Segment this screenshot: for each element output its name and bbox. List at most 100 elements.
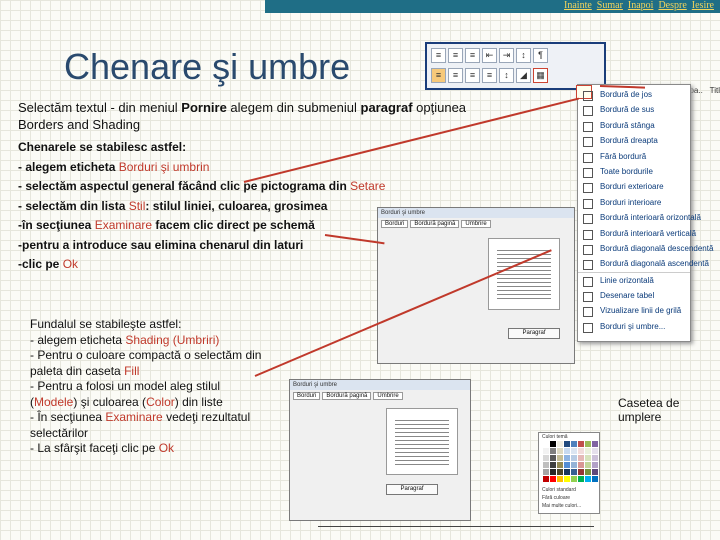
numbering-icon[interactable]: ≡ <box>448 48 463 63</box>
menu-item[interactable]: Fără bordură <box>578 149 690 164</box>
color-swatch[interactable] <box>557 455 563 461</box>
menu-item[interactable]: Bordură de sus <box>578 102 690 117</box>
color-swatch[interactable] <box>557 476 563 482</box>
color-swatch[interactable] <box>592 441 598 447</box>
color-swatch[interactable] <box>585 476 591 482</box>
color-swatch[interactable] <box>578 469 584 475</box>
color-swatch[interactable] <box>543 476 549 482</box>
color-swatch[interactable] <box>543 455 549 461</box>
menu-item[interactable]: Bordură de jos <box>578 87 690 102</box>
tab-borders[interactable]: Borduri <box>293 392 321 400</box>
palette-more-colors[interactable]: Mai multe culori... <box>542 503 581 509</box>
color-swatch[interactable] <box>578 441 584 447</box>
pilcrow-icon[interactable]: ¶ <box>533 48 548 63</box>
line-spacing-icon[interactable]: ↕ <box>499 68 514 83</box>
color-swatch[interactable] <box>585 462 591 468</box>
color-swatch[interactable] <box>550 462 556 468</box>
menu-item[interactable]: Bordură interioară orizontală <box>578 210 701 225</box>
color-swatch[interactable] <box>571 469 577 475</box>
decrease-indent-icon[interactable]: ⇤ <box>482 48 497 63</box>
color-swatch[interactable] <box>578 462 584 468</box>
color-swatch[interactable] <box>557 441 563 447</box>
color-swatch[interactable] <box>571 441 577 447</box>
color-swatch[interactable] <box>578 455 584 461</box>
align-center-icon[interactable]: ≡ <box>448 68 463 83</box>
apply-to-select[interactable]: Paragraf <box>508 328 560 339</box>
color-swatch[interactable] <box>543 441 549 447</box>
color-swatch[interactable] <box>543 448 549 454</box>
color-swatch[interactable] <box>564 462 570 468</box>
color-swatch[interactable] <box>571 448 577 454</box>
shading-bucket-icon[interactable]: ◢ <box>516 68 531 83</box>
nav-inainte-link[interactable]: Inainte <box>564 0 592 11</box>
menu-item[interactable]: Bordură diagonală ascendentă <box>578 256 709 271</box>
shading-line: - alegem eticheta Shading (Umbriri) <box>30 333 305 349</box>
nav-despre-link[interactable]: Despre <box>658 0 686 11</box>
color-swatch[interactable] <box>571 476 577 482</box>
align-right-icon[interactable]: ≡ <box>465 68 480 83</box>
color-swatch[interactable] <box>592 476 598 482</box>
color-swatch[interactable] <box>592 469 598 475</box>
menu-item[interactable]: Vizualizare linii de grilă <box>578 303 690 318</box>
color-swatch[interactable] <box>571 462 577 468</box>
color-swatch[interactable] <box>592 455 598 461</box>
menu-item[interactable]: Bordură diagonală descendentă <box>578 241 713 256</box>
color-swatch[interactable] <box>550 441 556 447</box>
color-swatch[interactable] <box>557 462 563 468</box>
menu-item[interactable]: Desenare tabel <box>578 288 690 303</box>
color-swatch[interactable] <box>550 455 556 461</box>
color-swatch[interactable] <box>571 455 577 461</box>
tab-shading[interactable]: Umbrire <box>461 220 491 228</box>
color-swatch[interactable] <box>585 455 591 461</box>
shading-highlight: Color <box>146 394 175 409</box>
color-swatch[interactable] <box>550 476 556 482</box>
color-swatch[interactable] <box>543 469 549 475</box>
color-swatch[interactable] <box>592 462 598 468</box>
color-swatch[interactable] <box>585 441 591 447</box>
color-swatch[interactable] <box>557 469 563 475</box>
tab-borders[interactable]: Borduri <box>381 220 409 228</box>
color-swatch[interactable] <box>592 448 598 454</box>
menu-item[interactable]: Bordură dreapta <box>578 133 690 148</box>
color-swatch[interactable] <box>564 469 570 475</box>
shading-text: vedeţi rezultatul <box>162 410 251 424</box>
tab-shading[interactable]: Umbrire <box>373 392 403 400</box>
sort-icon[interactable]: ↕ <box>516 48 531 63</box>
color-swatch[interactable] <box>578 448 584 454</box>
palette-no-color[interactable]: Fără culoare <box>542 495 570 501</box>
color-swatch[interactable] <box>564 448 570 454</box>
color-swatch[interactable] <box>564 476 570 482</box>
increase-indent-icon[interactable]: ⇥ <box>499 48 514 63</box>
shading-highlight: Examinare <box>105 410 163 424</box>
nav-inapoi-link[interactable]: Inapoi <box>628 0 654 11</box>
menu-item[interactable]: Toate bordurile <box>578 164 690 179</box>
nav-iesire-link[interactable]: Iesire <box>692 0 714 11</box>
color-swatch[interactable] <box>564 441 570 447</box>
bullets-icon[interactable]: ≡ <box>431 48 446 63</box>
menu-item[interactable]: Borduri şi umbre... <box>578 319 690 334</box>
menu-item[interactable]: Bordură stânga <box>578 118 690 133</box>
justify-icon[interactable]: ≡ <box>482 68 497 83</box>
color-swatch[interactable] <box>585 448 591 454</box>
nav-sumar-link[interactable]: Sumar <box>597 0 623 11</box>
color-swatch[interactable] <box>543 462 549 468</box>
color-swatch[interactable] <box>557 448 563 454</box>
apply-to-select[interactable]: Paragraf <box>386 484 438 495</box>
menu-item[interactable]: Linie orizontală <box>578 271 690 288</box>
tab-page-border[interactable]: Bordură pagină <box>322 392 372 400</box>
tab-page-border[interactable]: Bordură pagină <box>410 220 460 228</box>
borders-icon[interactable]: ▦ <box>533 68 548 83</box>
align-left-icon[interactable]: ≡ <box>431 68 446 83</box>
color-swatch[interactable] <box>585 469 591 475</box>
color-swatch[interactable] <box>550 469 556 475</box>
color-swatch[interactable] <box>550 448 556 454</box>
menu-item[interactable]: Borduri interioare <box>578 195 690 210</box>
multilevel-icon[interactable]: ≡ <box>465 48 480 63</box>
color-swatch[interactable] <box>578 476 584 482</box>
color-swatch[interactable] <box>564 455 570 461</box>
menu-item[interactable]: Bordură interioară verticală <box>578 226 696 241</box>
menu-item[interactable]: Borduri exterioare <box>578 179 690 194</box>
palette-theme-label: Culori temă <box>542 434 568 440</box>
style-title[interactable]: Titl <box>710 86 720 95</box>
intro-borders: Borders and Shading <box>18 117 141 132</box>
